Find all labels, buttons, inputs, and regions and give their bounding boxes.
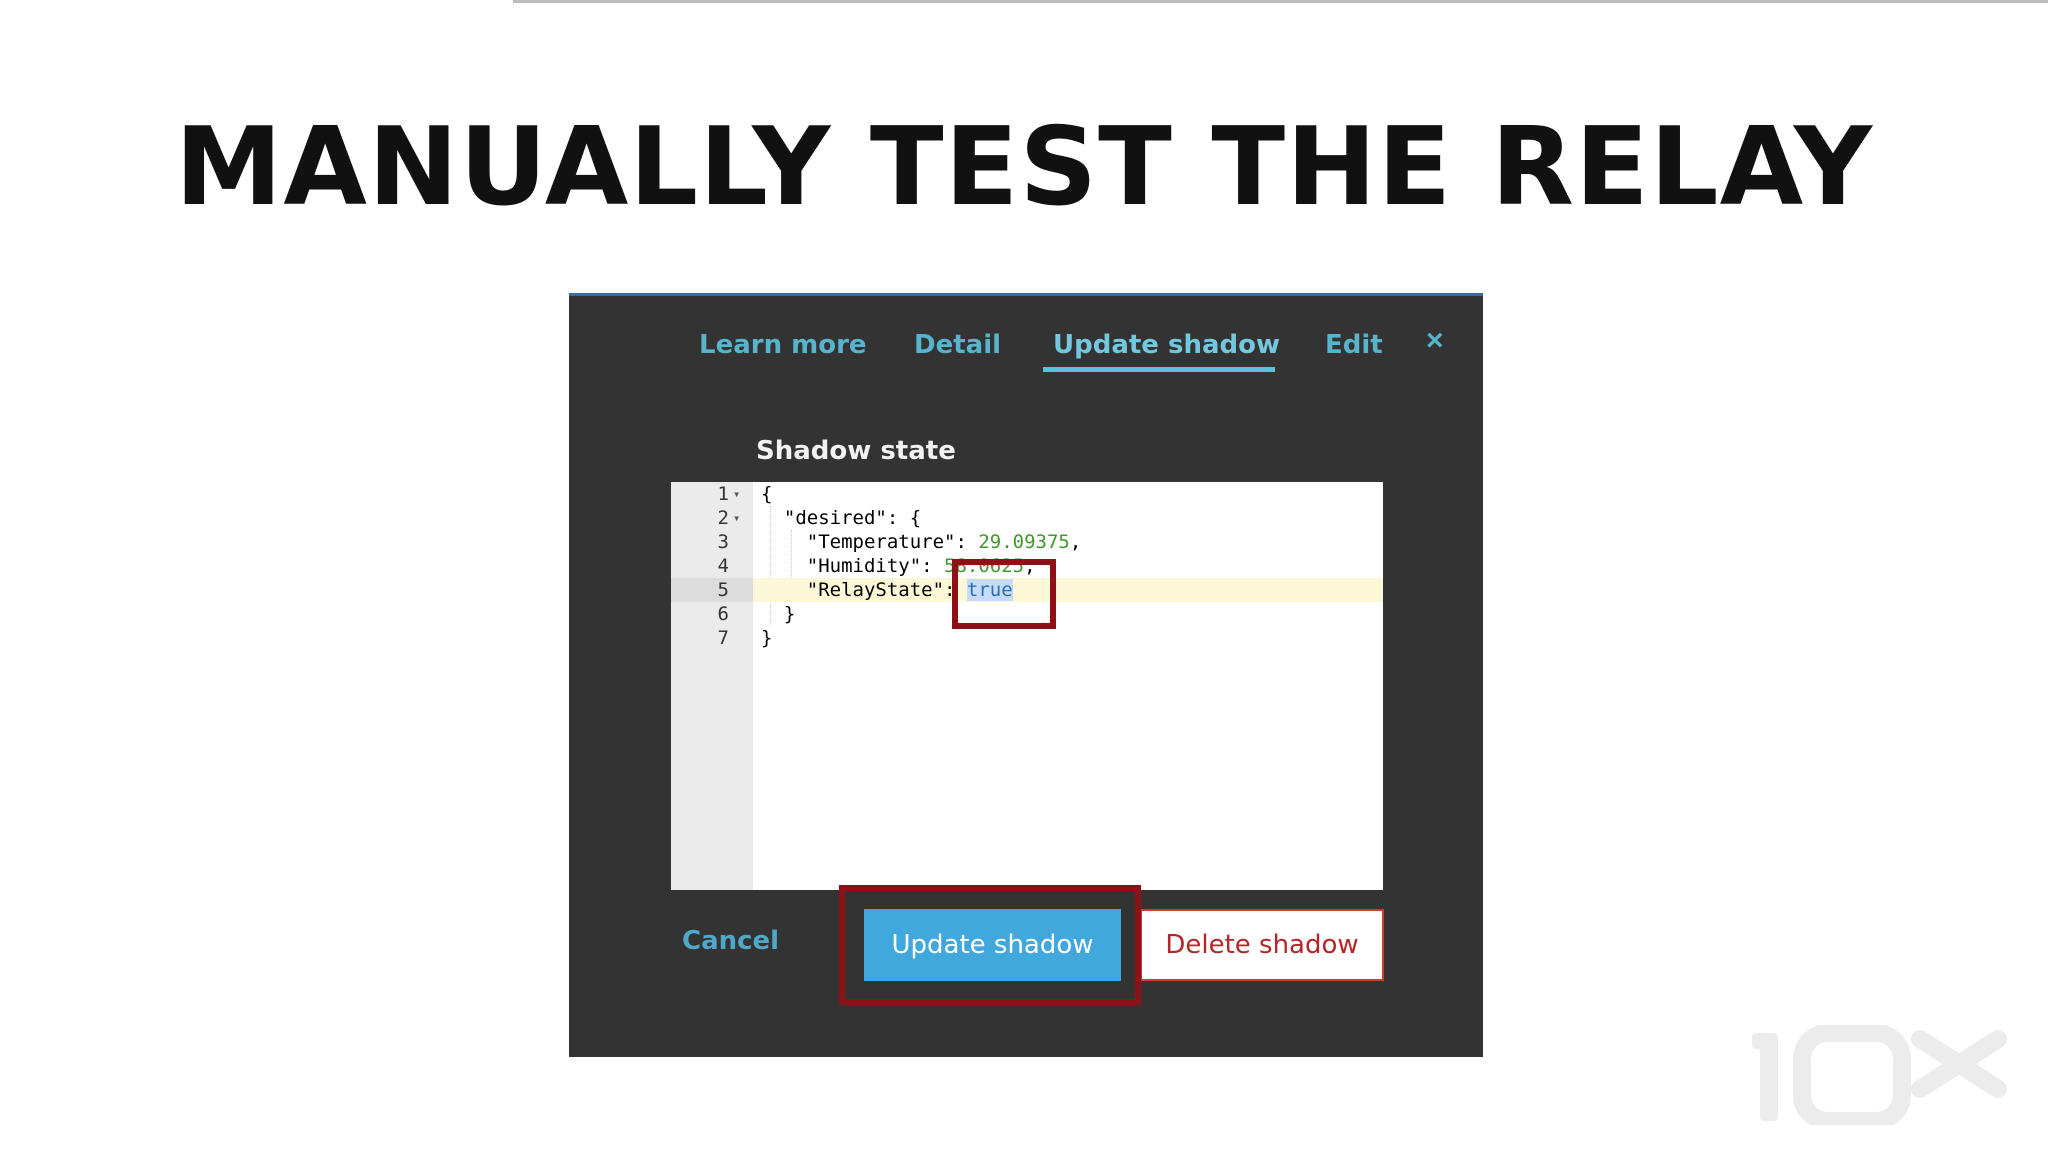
json-key: "Humidity": [761,555,945,577]
code-text: "Temperature": 29.09375, [761,530,1082,554]
top-divider [513,0,2048,3]
code-text: { [761,483,773,505]
json-number-value: 29.09375 [978,531,1070,553]
tab-detail[interactable]: Detail [914,330,1001,360]
delete-shadow-button[interactable]: Delete shadow [1140,909,1384,981]
tab-edit[interactable]: Edit [1325,330,1383,360]
line-number: 5 [671,578,753,602]
slide-title: MANUALLY TEST THE RELAY [174,105,1874,230]
line-number: 7 [717,627,729,649]
code-text: "desired": { [761,507,922,529]
dialog-tabs: Learn more Detail Update shadow Edit × [569,296,1483,376]
fold-arrow-icon[interactable]: ▾ [733,482,740,506]
json-punct: , [1069,531,1082,553]
slide: MANUALLY TEST THE RELAY Learn more Detai… [0,0,2048,1152]
tab-update-shadow[interactable]: Update shadow [1053,330,1280,360]
line-number: 1 [717,483,729,505]
active-tab-indicator [1043,367,1275,372]
code-text: } [761,627,773,649]
line-number: 4 [717,555,729,577]
line-number: 6 [717,603,729,625]
json-editor[interactable]: 1 ▾ { 2 ▾ "desired": { 3 "Temperature": … [671,482,1383,890]
update-button-callout [839,885,1141,1005]
shadow-state-label: Shadow state [756,436,956,466]
editor-line: 7 } [671,626,1383,650]
code-text: } [761,603,796,625]
close-icon[interactable]: × [1426,326,1444,356]
tab-learn-more[interactable]: Learn more [699,330,867,360]
editor-line: 2 ▾ "desired": { [671,506,1383,530]
json-key: "Temperature": [761,531,979,553]
line-number: 2 [717,507,729,529]
fold-arrow-icon[interactable]: ▾ [733,506,740,530]
relay-value-callout [952,559,1056,629]
cancel-button[interactable]: Cancel [682,926,779,956]
line-number: 3 [717,531,729,553]
json-key: "RelayState": [761,579,967,601]
brand-logo [1752,1025,2007,1125]
editor-line: 3 "Temperature": 29.09375, [671,530,1383,554]
editor-line: 1 ▾ { [671,482,1383,506]
